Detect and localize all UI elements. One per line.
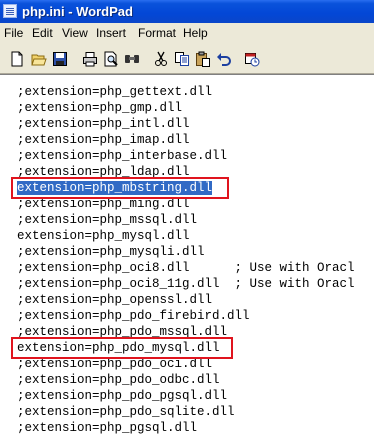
document-area[interactable]: ;extension=php_gettext.dll ;extension=ph… (0, 74, 374, 435)
text-line: ;extension=php_gmp.dll (17, 101, 183, 115)
window-title: php.ini - WordPad (22, 4, 133, 19)
title-bar: php.ini - WordPad (0, 0, 374, 23)
wordpad-app-icon[interactable] (3, 4, 17, 18)
highlight-box-pdo-mysql (11, 337, 233, 359)
menu-format[interactable]: Format (138, 26, 176, 40)
text-line: ;extension=php_imap.dll (17, 133, 190, 147)
menu-edit[interactable]: Edit (32, 26, 53, 40)
highlight-box-mbstring (11, 177, 229, 199)
text-line: ;extension=php_mysqli.dll (17, 245, 205, 259)
text-line: ;extension=php_openssl.dll (17, 293, 213, 307)
new-document-icon[interactable] (9, 51, 25, 67)
text-line: extension=php_mysql.dll (17, 229, 190, 243)
text-line: ;extension=php_pdo_firebird.dll (17, 309, 250, 323)
save-icon[interactable] (52, 51, 68, 67)
text-line: ;extension=php_pdo_odbc.dll (17, 373, 220, 387)
find-icon[interactable] (124, 51, 140, 67)
print-icon[interactable] (82, 51, 98, 67)
menu-bar: File Edit View Insert Format Help (0, 23, 374, 44)
text-line: ;extension=php_interbase.dll (17, 149, 228, 163)
text-line: ;extension=php_pdo_sqlite.dll (17, 405, 235, 419)
undo-icon[interactable] (216, 51, 232, 67)
text-line: ;extension=php_oci8.dll ; Use with Oracl (17, 261, 355, 275)
text-line: ;extension=php_pdo_pgsql.dll (17, 389, 228, 403)
text-line: ;extension=php_intl.dll (17, 117, 190, 131)
menu-view[interactable]: View (62, 26, 88, 40)
menu-help[interactable]: Help (183, 26, 208, 40)
insert-date-time-icon[interactable] (244, 51, 260, 67)
print-preview-icon[interactable] (103, 51, 119, 67)
toolbar (0, 44, 374, 74)
menu-file[interactable]: File (4, 26, 23, 40)
text-line: ;extension=php_mssql.dll (17, 213, 198, 227)
text-line: ;extension=php_gettext.dll (17, 85, 213, 99)
menu-insert[interactable]: Insert (96, 26, 126, 40)
open-folder-icon[interactable] (31, 51, 47, 67)
cut-icon[interactable] (153, 51, 169, 67)
paste-icon[interactable] (195, 51, 211, 67)
text-line: ;extension=php_oci8_11g.dll ; Use with O… (17, 277, 355, 291)
copy-icon[interactable] (174, 51, 190, 67)
